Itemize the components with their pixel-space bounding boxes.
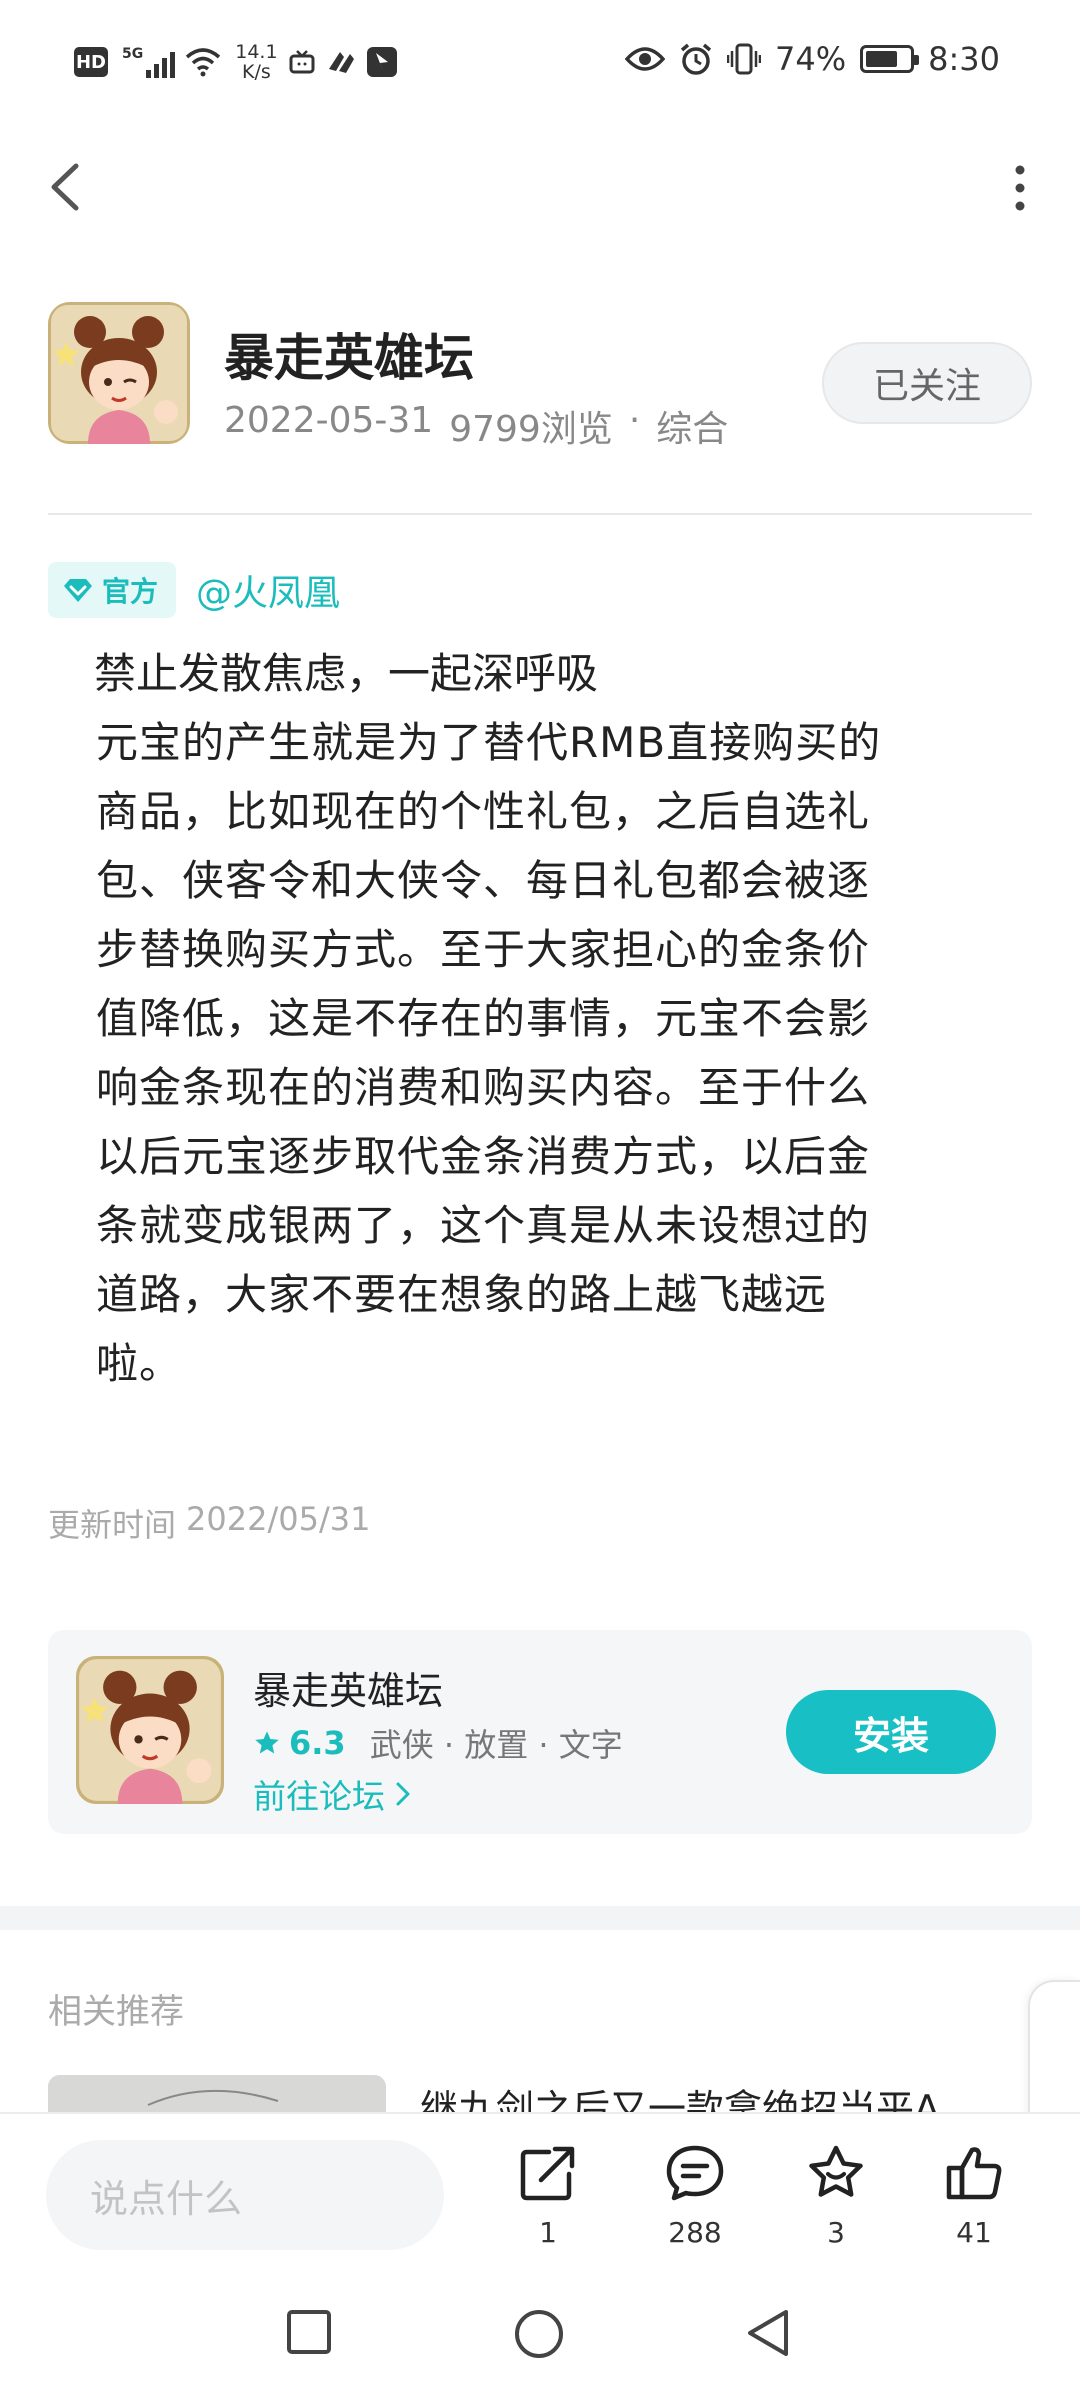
- wifi-icon: [186, 48, 221, 77]
- post-body-line: 步替换购买方式。至于大家担心的金条价: [96, 925, 871, 974]
- author-name[interactable]: @火凤凰: [196, 564, 340, 616]
- like-count: 41: [956, 2216, 992, 2249]
- chevron-left-icon: [51, 163, 79, 211]
- author-row: 官方 @火凤凰: [48, 562, 340, 618]
- post-body-line: 啦。: [96, 1339, 183, 1388]
- top-nav: [0, 140, 1080, 230]
- comment-button[interactable]: 288: [635, 2144, 755, 2249]
- hd-indicator: HD: [74, 47, 108, 77]
- update-time-label: 更新时间: [48, 1506, 177, 1544]
- alarm-icon: [680, 43, 712, 75]
- favorite-button[interactable]: 3: [776, 2144, 896, 2249]
- post-body-line: 商品，比如现在的个性礼包，之后自选礼: [96, 787, 871, 836]
- related-heading: 相关推荐: [48, 1992, 184, 2032]
- share-count: 1: [539, 2216, 557, 2249]
- post-category: 综合: [656, 409, 729, 450]
- status-bar-right: 74% 8:30: [625, 40, 1000, 78]
- official-badge-label: 官方: [102, 575, 159, 608]
- forum-title[interactable]: 暴走英雄坛: [224, 318, 474, 390]
- header-divider: [48, 513, 1032, 515]
- post-body-line: 条就变成银两了，这个真是从未设想过的: [96, 1201, 871, 1250]
- sketch-image-icon: [48, 2075, 386, 2113]
- view-count: 9799浏览: [449, 409, 613, 450]
- tv-icon: [289, 50, 315, 74]
- more-options-button[interactable]: [1000, 150, 1040, 220]
- post-body: 元宝的产生就是为了替代RMB直接购买的 商品，比如现在的个性礼包，之后自选礼 包、侠…: [96, 708, 976, 1398]
- cellular-signal-icon: 5G: [122, 46, 176, 78]
- recents-square-icon[interactable]: [285, 2308, 333, 2356]
- section-separator: [0, 1906, 1080, 1930]
- like-button[interactable]: 41: [914, 2144, 1034, 2249]
- related-thumbnail[interactable]: [48, 2075, 386, 2113]
- post-date: 2022-05-31: [224, 400, 434, 441]
- go-to-forum-link[interactable]: 前往论坛: [253, 1770, 411, 1818]
- status-bar: HD 5G 14.1 K/s 74% 8:30: [0, 0, 1080, 130]
- battery-percent: 74%: [775, 40, 847, 78]
- forum-avatar[interactable]: [48, 302, 190, 444]
- post-title: 禁止发散焦虑，一起深呼吸: [94, 649, 599, 698]
- network-speed: 14.1 K/s: [235, 42, 277, 82]
- chevron-right-icon: [396, 1782, 410, 1806]
- official-badge: 官方: [48, 562, 177, 618]
- game-card[interactable]: 暴走英雄坛 6.3 武侠 · 放置 · 文字 前往论坛 安装: [48, 1630, 1032, 1834]
- post-header: 暴走英雄坛 2022-05-31 9799浏览 · 综合 已关注: [48, 300, 1032, 450]
- related-item-title[interactable]: 继九剑之后又一款拿绝招当平A: [420, 2078, 1000, 2112]
- system-navigation-bar: [0, 2274, 1080, 2388]
- share-icon: [520, 2146, 575, 2201]
- vibrate-icon: [727, 43, 762, 75]
- battery-level: [866, 51, 898, 67]
- favorite-count: 3: [827, 2216, 845, 2249]
- post-body-line: 包、侠客令和大侠令、每日礼包都会被逐: [96, 856, 871, 905]
- post-meta: 2022-05-31 9799浏览 · 综合: [224, 400, 728, 452]
- diamond-check-icon: [64, 579, 92, 602]
- comment-input[interactable]: 说点什么: [46, 2140, 444, 2250]
- share-button[interactable]: 1: [488, 2144, 608, 2249]
- post-body-line: 元宝的产生就是为了替代RMB直接购买的: [96, 718, 882, 767]
- character-avatar-icon: [48, 302, 190, 444]
- comment-count: 288: [668, 2216, 722, 2249]
- post-body-line: 值降低，这是不存在的事情，元宝不会影: [96, 994, 871, 1043]
- comment-icon: [666, 2145, 724, 2201]
- post-body-line: 道路，大家不要在想象的路上越飞越远: [96, 1270, 828, 1319]
- game-meta: 6.3 武侠 · 放置 · 文字: [253, 1720, 623, 1766]
- bottom-action-bar: 说点什么 1 288 3 41: [0, 2112, 1080, 2274]
- speed-unit: K/s: [242, 61, 271, 83]
- clock: 8:30: [928, 40, 1000, 78]
- game-title: 暴走英雄坛: [253, 1669, 444, 1713]
- post-body-line: 以后元宝逐步取代金条消费方式，以后金: [96, 1132, 871, 1181]
- star-icon: [255, 1731, 279, 1754]
- back-triangle-icon[interactable]: [744, 2308, 792, 2358]
- network-type: 5G: [122, 46, 144, 62]
- post-body-line: 响金条现在的消费和购买内容。至于什么: [96, 1063, 871, 1112]
- star-outline-icon: [809, 2145, 863, 2197]
- app-badge-icon: [366, 47, 397, 77]
- thumbs-up-icon: [946, 2147, 1002, 2200]
- game-icon[interactable]: [76, 1656, 224, 1804]
- more-vertical-icon: [1015, 165, 1025, 211]
- status-bar-left: HD 5G 14.1 K/s: [74, 42, 398, 82]
- character-game-icon: [76, 1656, 224, 1804]
- install-button[interactable]: 安装: [786, 1690, 996, 1774]
- go-to-forum-label: 前往论坛: [253, 1777, 385, 1816]
- update-time-value: 2022/05/31: [186, 1500, 371, 1538]
- game-rating: 6.3: [289, 1724, 346, 1762]
- update-time: 更新时间 2022/05/31: [48, 1500, 370, 1546]
- speed-value: 14.1: [235, 41, 278, 63]
- battery-icon: [860, 45, 920, 73]
- follow-button[interactable]: 已关注: [822, 342, 1032, 424]
- back-button[interactable]: [40, 150, 100, 220]
- eye-icon: [625, 47, 666, 71]
- app-notification-icon: [328, 52, 354, 73]
- meta-separator: ·: [628, 400, 641, 441]
- home-circle-icon[interactable]: [513, 2308, 565, 2360]
- game-tags: 武侠 · 放置 · 文字: [369, 1726, 623, 1764]
